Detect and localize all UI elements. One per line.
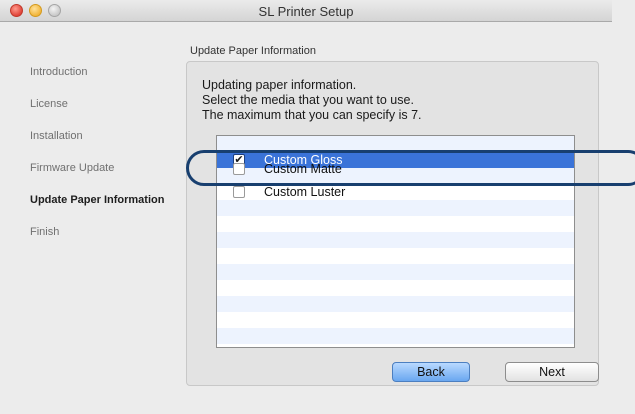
section-title: Update Paper Information: [190, 45, 316, 57]
sidebar-item-introduction: Introduction: [30, 66, 88, 78]
list-row-empty: [217, 200, 574, 216]
message-line-3: The maximum that you can specify is 7.: [202, 108, 422, 122]
title-bar: SL Printer Setup: [0, 0, 612, 22]
installer-window: SL Printer Setup Introduction License In…: [0, 0, 635, 414]
checkbox-custom-luster[interactable]: [233, 186, 245, 198]
sidebar-item-update-paper-information: Update Paper Information: [30, 194, 165, 206]
sidebar-item-firmware-update: Firmware Update: [30, 162, 115, 174]
next-button[interactable]: Next: [505, 362, 599, 382]
sidebar-item-installation: Installation: [30, 130, 83, 142]
message-line-2: Select the media that you want to use.: [202, 93, 414, 107]
highlight-callout: [186, 150, 635, 186]
list-row-empty: [217, 296, 574, 312]
message-line-1: Updating paper information.: [202, 78, 357, 92]
sidebar-item-finish: Finish: [30, 226, 60, 238]
back-button[interactable]: Back: [392, 362, 470, 382]
sidebar-item-license: License: [30, 98, 68, 110]
list-row-empty: [217, 280, 574, 296]
list-row-empty: [217, 264, 574, 280]
list-row-empty: [217, 328, 574, 344]
media-label: Custom Luster: [264, 185, 346, 199]
window-title: SL Printer Setup: [258, 4, 354, 19]
list-row-empty: [217, 232, 574, 248]
list-row-empty: [217, 248, 574, 264]
list-row-empty: [217, 312, 574, 328]
list-row-empty: [217, 344, 574, 347]
media-item-custom-luster[interactable]: Custom Luster: [217, 184, 574, 200]
list-row-empty: [217, 216, 574, 232]
steps-sidebar: Introduction License Installation Firmwa…: [30, 65, 180, 257]
